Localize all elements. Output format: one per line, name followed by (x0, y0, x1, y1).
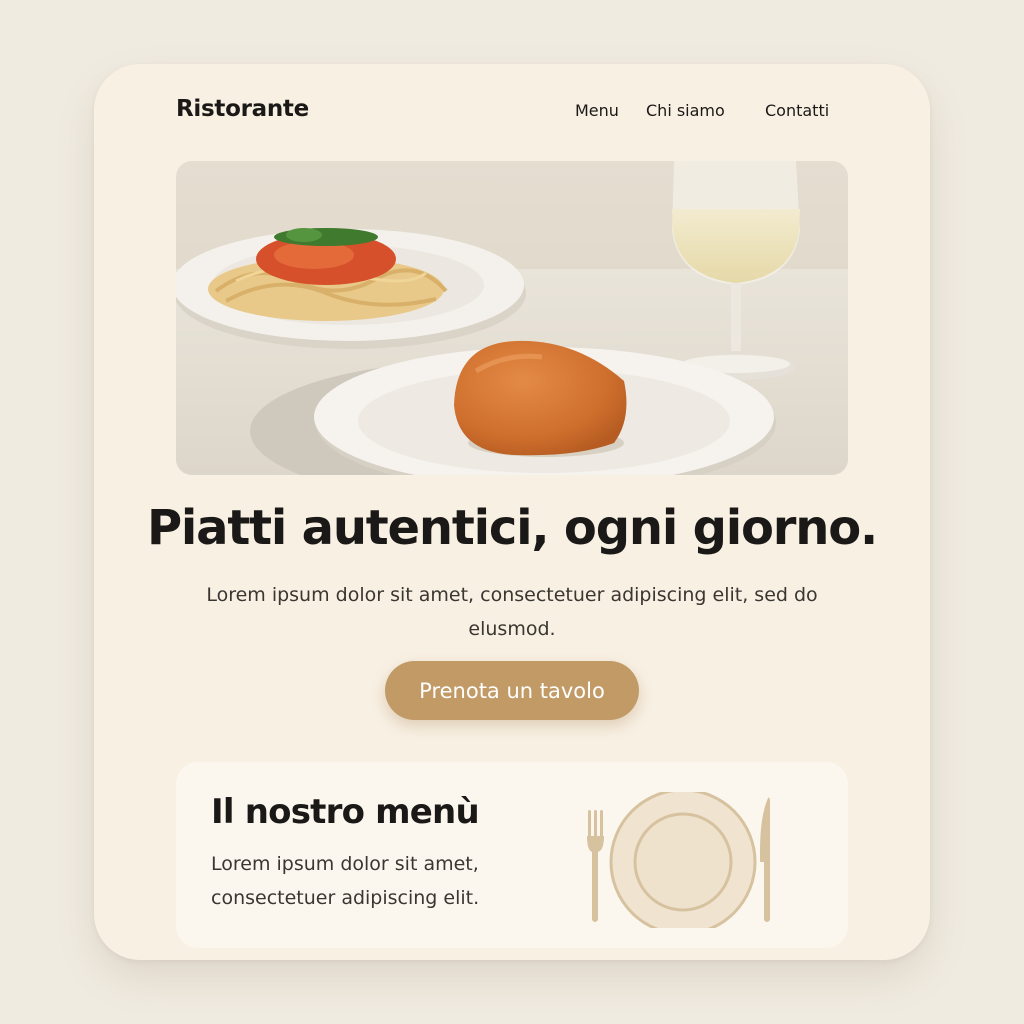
app-window: Ristorante Menu Chi siamo Contatti Piatt… (94, 64, 930, 960)
place-setting-icon (587, 792, 770, 928)
brand-logo[interactable]: Ristorante (176, 96, 309, 122)
hero-image (176, 161, 848, 475)
nav-link-menu[interactable]: Menu (575, 101, 619, 120)
book-table-button[interactable]: Prenota un tavolo (385, 661, 639, 720)
nav-link-chi-siamo[interactable]: Chi siamo (646, 101, 725, 120)
hero-subtext: Lorem ipsum dolor sit amet, consectetuer… (206, 584, 818, 640)
nav-link-contatti[interactable]: Contatti (765, 101, 829, 120)
hero-photo-illustration (176, 161, 848, 475)
hero-headline: Piatti autentici, ogni giorno. (146, 500, 878, 556)
menu-section-description: Lorem ipsum dolor sit amet, consectetuer… (211, 853, 480, 909)
menu-section-title: Il nostro menù (211, 792, 480, 832)
menu-section-card[interactable]: Il nostro menù Lorem ipsum dolor sit ame… (176, 762, 848, 948)
